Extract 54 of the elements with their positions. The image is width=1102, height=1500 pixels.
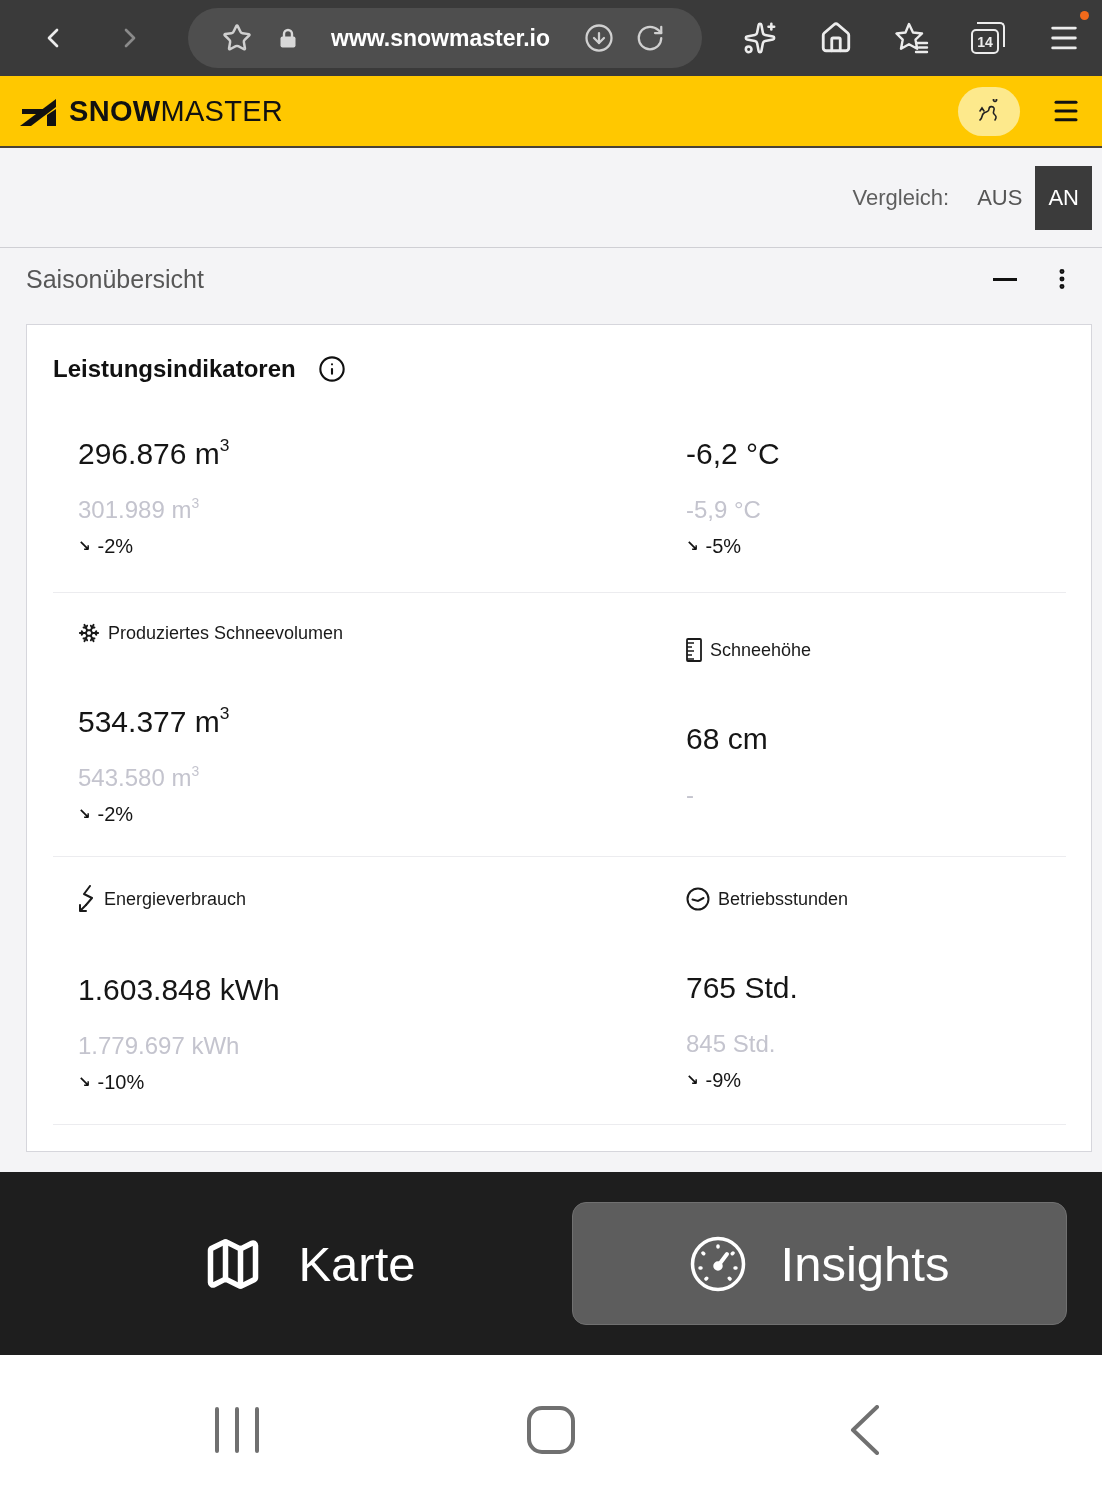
reload-icon[interactable] [635, 23, 665, 53]
nav-tab[interactable]: Karte [62, 1202, 557, 1325]
back-icon[interactable] [850, 1405, 880, 1455]
recent-apps-icon[interactable] [214, 1407, 260, 1453]
home-icon[interactable] [527, 1406, 575, 1454]
kpi-value: 534.377 m$^{3}$ [78, 704, 230, 740]
section-title: Saisonübersicht [26, 264, 204, 294]
kpi-value: 68 cm [686, 720, 768, 757]
logo-icon [20, 96, 56, 126]
trend-arrow: ↘ [686, 537, 699, 555]
bookmarks-icon[interactable] [895, 22, 929, 54]
ruler-icon [686, 637, 702, 662]
change-value: -10% [97, 1070, 145, 1095]
previous-value: 1.779.697 kWh [78, 1031, 240, 1061]
previous-value: 301.989 m$^{3}$ [78, 494, 200, 525]
toggle-option[interactable]: AN [1035, 165, 1092, 230]
star-icon[interactable] [222, 23, 252, 53]
info-icon[interactable] [317, 355, 346, 383]
home-icon[interactable] [819, 21, 853, 55]
trend-arrow: ↘ [78, 1073, 91, 1091]
comparison-label: Vergleich: [852, 184, 950, 211]
change-value: -9% [705, 1068, 742, 1093]
trend-arrow: ↘ [78, 537, 91, 555]
previous-value: -5,9 °C [686, 495, 761, 525]
kpi-label: Energieverbrauch [104, 888, 247, 911]
brand-name[interactable]: SNOWMASTER [69, 94, 284, 128]
change-value: -5% [705, 534, 742, 559]
minus-icon[interactable] [993, 277, 1017, 281]
nav-tab[interactable]: Insights [572, 1202, 1067, 1325]
toggle-option[interactable]: AUS [964, 165, 1036, 230]
trend-arrow: ↘ [686, 1071, 699, 1089]
previous-value: - [686, 779, 694, 810]
lock-icon [280, 28, 296, 48]
kpi-label: Schneehöhe [710, 638, 812, 662]
kpi-value: -6,2 °C [686, 436, 780, 472]
kpi-value: 765 Std. [686, 970, 798, 1006]
clock-icon [686, 887, 710, 911]
previous-value: 845 Std. [686, 1029, 776, 1059]
gauge-icon [689, 1235, 746, 1292]
download-icon[interactable] [584, 23, 614, 53]
kpi-value: 296.876 m$^{3}$ [78, 436, 230, 472]
kpi-label: Betriebsstunden [718, 888, 849, 911]
card-title: Leistungsindikatoren [53, 355, 296, 383]
route-button[interactable] [958, 86, 1020, 136]
previous-value: 543.580 m$^{3}$ [78, 762, 200, 793]
snowflake-icon [78, 622, 100, 644]
sparkle-icon[interactable] [743, 21, 777, 55]
url-text[interactable]: www.snowmaster.io [331, 24, 550, 52]
change-value: -2% [97, 534, 134, 559]
kpi-value: 1.603.848 kWh [78, 972, 280, 1008]
bolt-arrow-icon [78, 885, 96, 913]
trend-arrow: ↘ [78, 805, 91, 823]
kpi-label: Produziertes Schneevolumen [108, 622, 344, 645]
change-value: -2% [97, 802, 134, 827]
